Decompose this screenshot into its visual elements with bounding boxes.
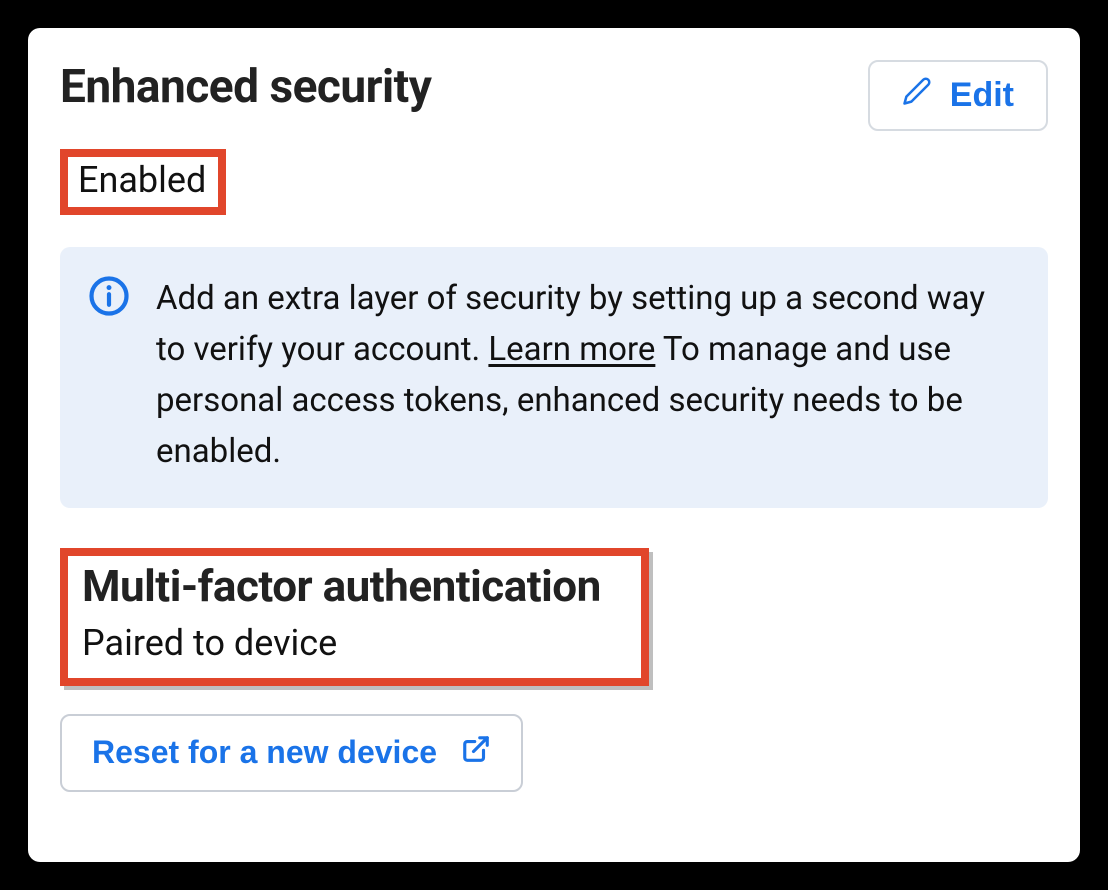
enhanced-security-status: Enabled [78, 159, 206, 201]
page-title: Enhanced security [60, 60, 431, 114]
mfa-title: Multi-factor authentication [82, 560, 601, 612]
info-callout: Add an extra layer of security by settin… [60, 247, 1048, 508]
edit-button-label: Edit [950, 76, 1014, 115]
info-icon [88, 275, 130, 321]
mfa-status: Paired to device [82, 622, 601, 664]
learn-more-link[interactable]: Learn more [488, 330, 655, 369]
security-panel: Enhanced security Edit Enabled Add an ex… [28, 28, 1080, 862]
external-link-icon [461, 734, 491, 772]
reset-device-button[interactable]: Reset for a new device [60, 714, 523, 792]
reset-button-label: Reset for a new device [92, 734, 437, 771]
pencil-icon [902, 76, 932, 115]
info-text: Add an extra layer of security by settin… [156, 273, 1020, 478]
mfa-highlight: Multi-factor authentication Paired to de… [60, 548, 649, 686]
header-row: Enhanced security Edit [60, 60, 1048, 131]
edit-button[interactable]: Edit [868, 60, 1048, 131]
status-highlight: Enabled [60, 149, 226, 215]
